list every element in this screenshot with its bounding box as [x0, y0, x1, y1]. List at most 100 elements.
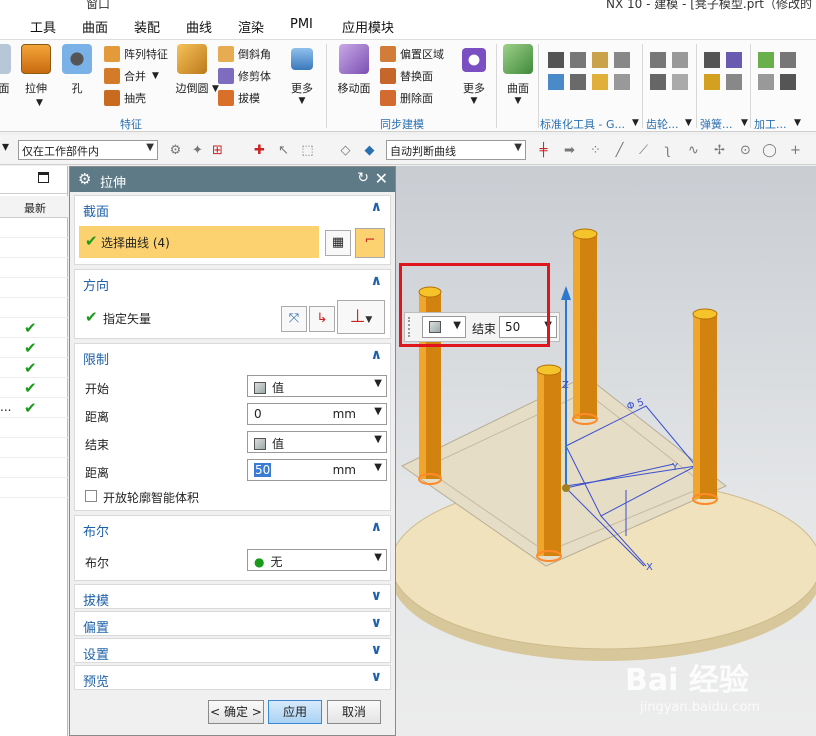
end-distance-input[interactable]: 50 mm ▼ [247, 459, 387, 481]
vector-type-dropdown[interactable]: ⊥▼ [337, 300, 385, 334]
menu-surface[interactable]: 曲面 [82, 17, 108, 36]
vector-dialog-button[interactable]: ↳ [309, 306, 335, 332]
curve-rule-dropdown[interactable]: 自动判断曲线 ▼ [386, 140, 526, 160]
ok-button[interactable]: < 确定 > [208, 700, 264, 724]
window-menu-label[interactable]: 窗口 [86, 0, 110, 12]
reverse-direction-button[interactable]: ⤧ [281, 306, 307, 332]
cursor-icon[interactable]: ↖ [276, 143, 291, 158]
rectangle-select-icon[interactable]: ⬚ [300, 143, 315, 158]
selection-scope-dropdown[interactable]: 仅在工作部件内 ▼ [18, 140, 158, 160]
replace-face-button[interactable]: 替换面 [380, 66, 433, 86]
circle-center-icon[interactable]: ⊙ [738, 143, 753, 158]
list-item[interactable] [0, 238, 68, 258]
list-item[interactable] [0, 418, 68, 438]
close-icon[interactable]: ✕ [375, 169, 388, 188]
graphics-viewport[interactable]: Z Y X Φ 5 [396, 166, 816, 736]
select-curve-field[interactable]: ✔ 选择曲线 (4) [79, 226, 319, 258]
dots-icon[interactable]: ⁘ [588, 143, 603, 158]
direction-arrow[interactable] [561, 286, 571, 300]
leg-back[interactable] [572, 228, 598, 425]
edge-blend-button[interactable]: 边倒圆 [172, 44, 212, 96]
unite-button[interactable]: 合并 ▼ [104, 66, 159, 86]
list-item[interactable]: ✔ [0, 358, 68, 378]
chamfer-button[interactable]: 倒斜角 [218, 44, 271, 64]
menu-render[interactable]: 渲染 [238, 17, 264, 36]
section-header[interactable]: 截面 [83, 201, 109, 220]
select-all-icon[interactable]: ✦ [190, 143, 205, 158]
reset-icon[interactable]: ↻ [357, 170, 369, 186]
chevron-down-icon[interactable]: ∨ [371, 588, 382, 604]
menu-curve[interactable]: 曲线 [186, 17, 212, 36]
list-item[interactable] [0, 478, 68, 498]
hud-limit-type-dropdown[interactable]: ▼ [422, 316, 466, 338]
open-profile-checkbox[interactable] [85, 490, 97, 502]
spline-icon[interactable]: ∿ [686, 143, 701, 158]
leg-right[interactable] [692, 308, 718, 505]
menu-app-modules[interactable]: 应用模块 [342, 17, 394, 36]
list-item[interactable] [0, 458, 68, 478]
start-type-dropdown[interactable]: 值 ▼ [247, 375, 387, 397]
feature-more-button[interactable]: 更多 ▼ [284, 44, 320, 106]
gear-tools-icons[interactable] [650, 52, 694, 108]
delete-face-button[interactable]: 删除面 [380, 88, 433, 108]
trim-body-button[interactable]: 修剪体 [218, 66, 271, 86]
snap-point-icon[interactable]: ⊞ [210, 143, 225, 158]
chevron-down-icon[interactable]: ∨ [371, 615, 382, 631]
menu-pmi[interactable]: PMI [290, 17, 313, 32]
chevron-down-icon[interactable]: ∨ [371, 642, 382, 658]
list-item[interactable] [0, 258, 68, 278]
offset-panel[interactable]: 偏置 ∨ [74, 611, 391, 636]
list-item[interactable]: ✔ [0, 338, 68, 358]
sync-more-button[interactable]: 更多 ▼ [456, 44, 492, 106]
list-item[interactable]: ✔ [0, 378, 68, 398]
standardization-tools-icons[interactable] [548, 52, 638, 108]
chevron-down-icon[interactable]: ∨ [371, 669, 382, 685]
extrude-dropdown-arrow[interactable]: ▼ [36, 98, 43, 108]
midpoint-icon[interactable]: ✢ [712, 143, 727, 158]
partial-face-button[interactable]: 面 [0, 44, 14, 96]
draft-button[interactable]: 拔模 [218, 88, 260, 108]
start-distance-input[interactable]: 0 mm ▼ [247, 403, 387, 425]
boolean-header[interactable]: 布尔 [83, 521, 109, 540]
leg-front[interactable] [536, 364, 562, 562]
sketch-section-button[interactable]: ▦ [325, 230, 351, 256]
eraser-icon[interactable]: ◇ [338, 143, 353, 158]
cube-select-icon[interactable]: ◆ [362, 143, 377, 158]
cancel-button[interactable]: 取消 [327, 700, 381, 724]
menu-assembly[interactable]: 装配 [134, 17, 160, 36]
move-face-button[interactable]: 移动面 [334, 44, 374, 96]
quadrant-icon[interactable]: ◯ [762, 143, 777, 158]
boolean-dropdown[interactable]: ● 无 ▼ [247, 549, 387, 571]
curve-select-button[interactable]: ⌐ [355, 228, 385, 258]
chevron-up-icon[interactable]: ∧ [371, 347, 382, 363]
chevron-up-icon[interactable]: ∧ [371, 519, 382, 535]
tangent-icon[interactable]: ⟋ [636, 143, 651, 158]
crosshair-icon[interactable]: + [788, 143, 803, 158]
direction-header[interactable]: 方向 [83, 275, 109, 294]
gear-icon[interactable]: ⚙ [78, 170, 91, 188]
limits-header[interactable]: 限制 [83, 349, 109, 368]
end-type-dropdown[interactable]: 值 ▼ [247, 431, 387, 453]
pattern-feature-button[interactable]: 阵列特征 [104, 44, 168, 64]
draft-panel[interactable]: 拔模 ∨ [74, 584, 391, 609]
point-icon[interactable]: ✚ [252, 143, 267, 158]
drag-handle[interactable] [408, 317, 412, 337]
shell-button[interactable]: 抽壳 [104, 88, 146, 108]
list-item[interactable] [0, 278, 68, 298]
menu-tools[interactable]: 工具 [30, 17, 56, 36]
arrow-right-icon[interactable]: ➡ [562, 143, 577, 158]
list-item[interactable] [0, 298, 68, 318]
extrude-button[interactable]: 拉伸 [20, 44, 52, 96]
chevron-up-icon[interactable]: ∧ [371, 199, 382, 215]
curve-icon[interactable]: ʅ [660, 143, 675, 158]
list-item[interactable] [0, 438, 68, 458]
maximize-icon[interactable] [38, 172, 49, 183]
preview-panel[interactable]: 预览 ∨ [74, 665, 391, 690]
machining-tools-icons[interactable] [758, 52, 802, 108]
select-filter-icon[interactable]: ⚙ [168, 143, 183, 158]
apply-button[interactable]: 应用 [268, 700, 322, 724]
toolbar-dropdown-arrow[interactable]: ▾ [2, 139, 9, 155]
intersect-icon[interactable]: ╪ [536, 143, 551, 158]
hole-button[interactable]: 孔 [62, 44, 92, 96]
list-item[interactable] [0, 218, 68, 238]
